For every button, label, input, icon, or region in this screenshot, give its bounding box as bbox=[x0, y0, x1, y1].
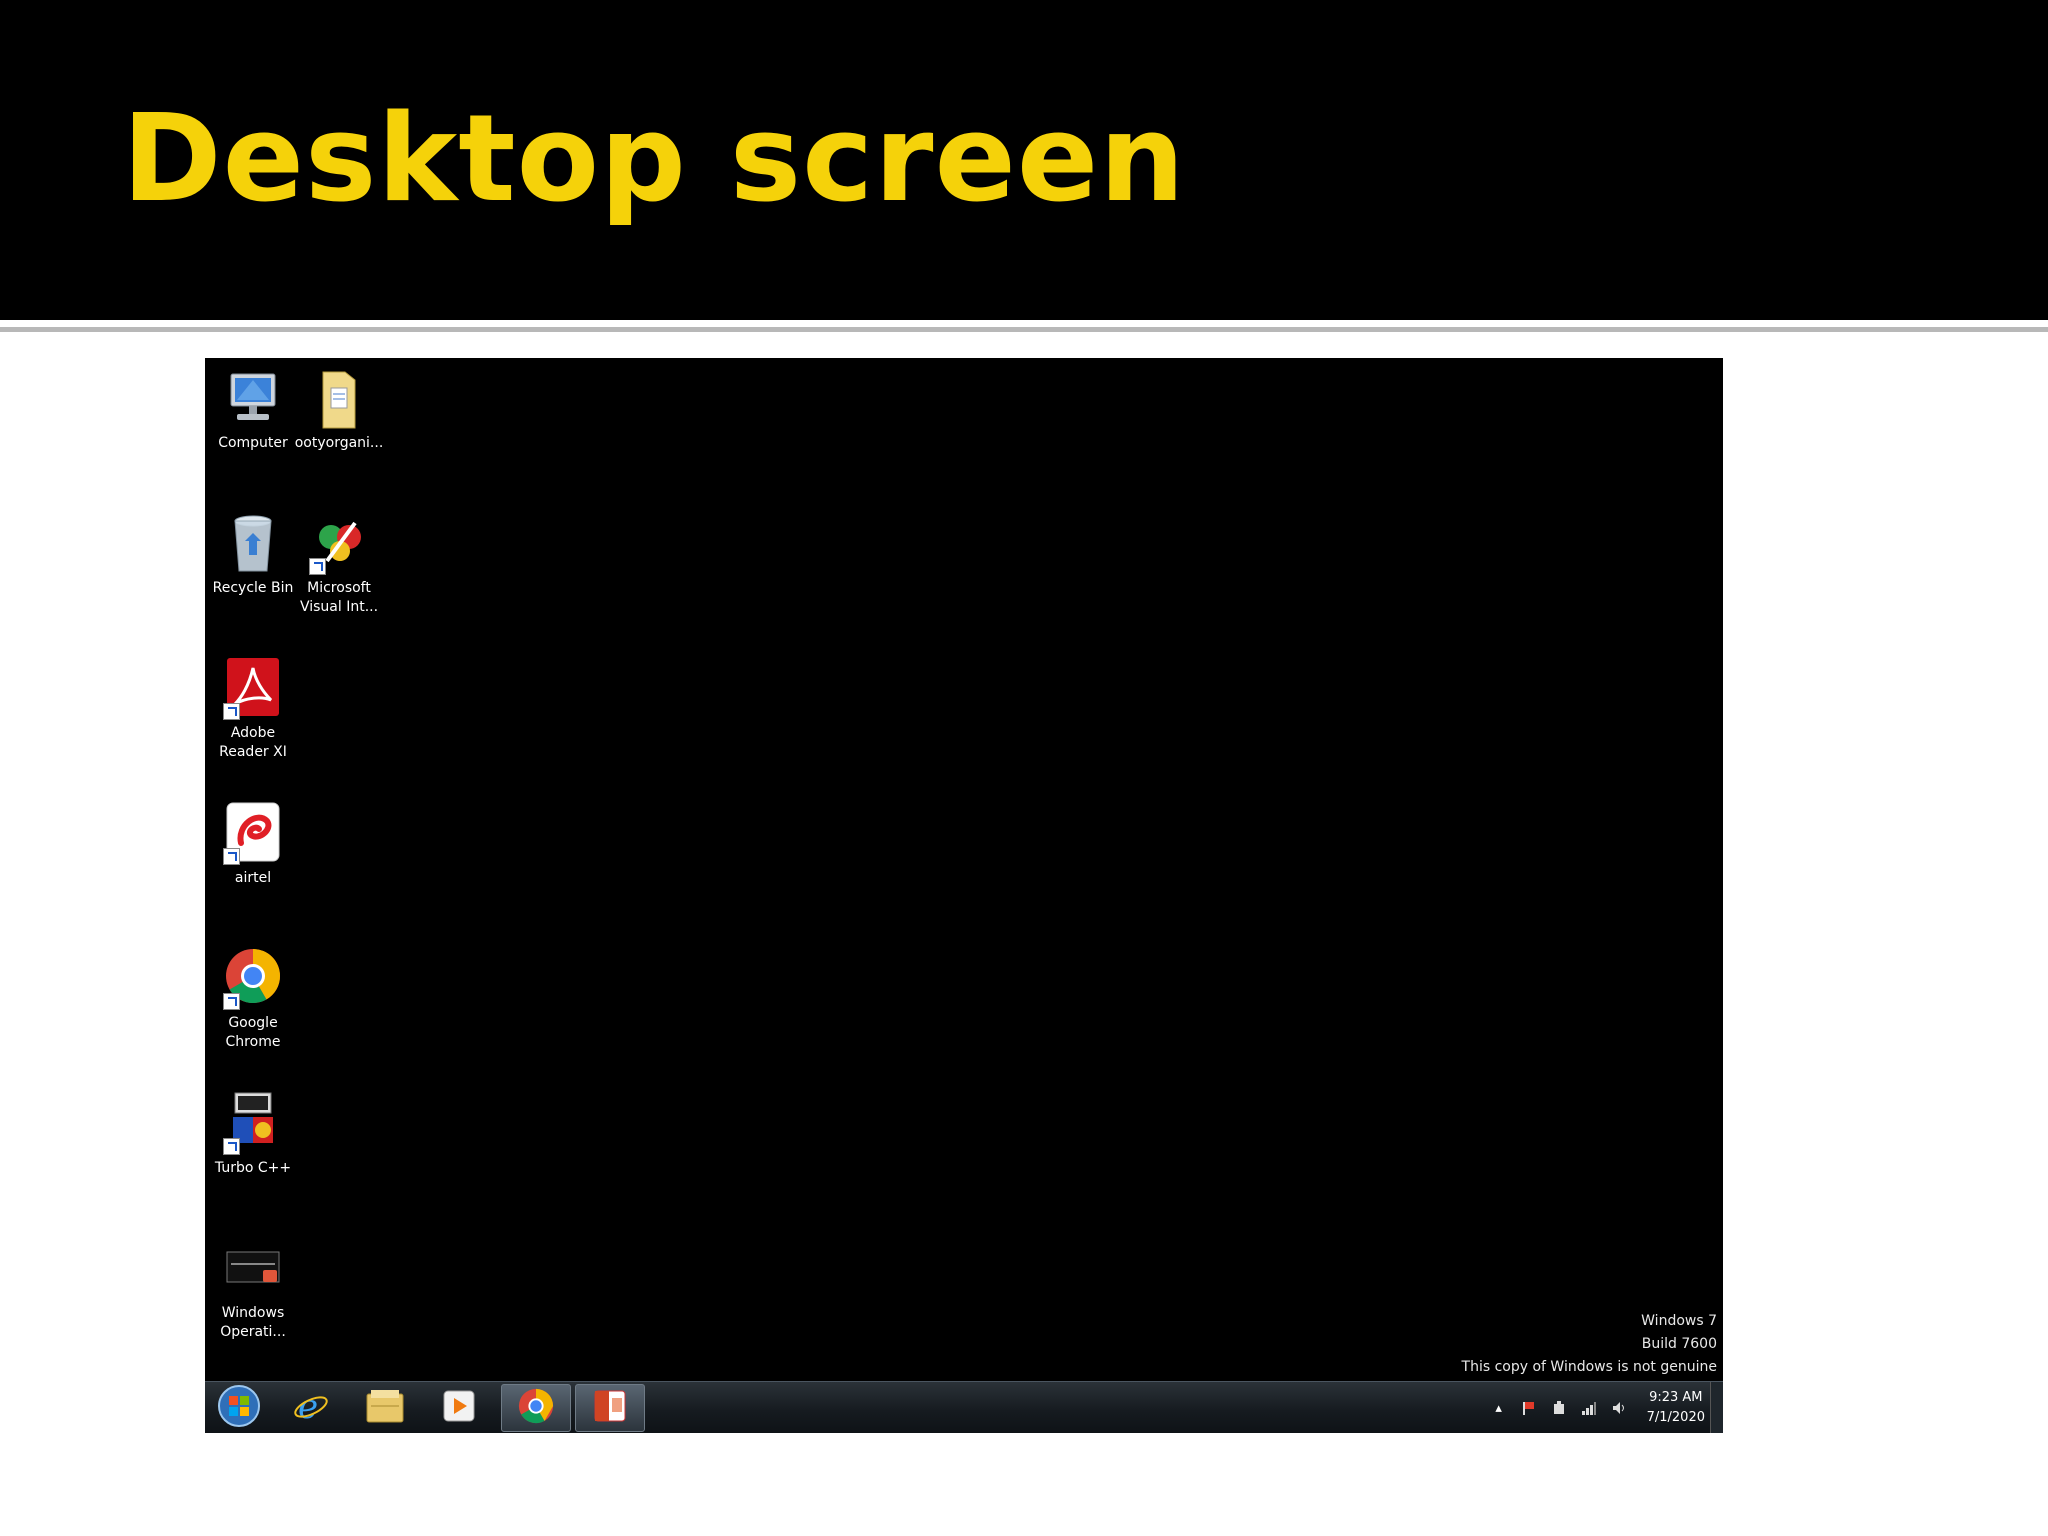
chrome-icon bbox=[223, 946, 283, 1010]
taskbar: e ▴ 9:23 AM 7/1/2020 bbox=[205, 1381, 1723, 1433]
shortcut-arrow-icon bbox=[223, 1138, 240, 1155]
microsoft-visual-intercept-icon bbox=[309, 511, 369, 575]
desktop-icon-adobe-reader[interactable]: Adobe Reader XI bbox=[205, 656, 301, 762]
desktop-icon-microsoft-visual-int[interactable]: Microsoft Visual Int... bbox=[291, 511, 387, 617]
network-signal-icon[interactable] bbox=[1579, 1398, 1599, 1418]
slide-title: Desktop screen bbox=[122, 90, 1186, 229]
recycle-bin-icon bbox=[223, 511, 283, 575]
desktop-icon-recycle-bin[interactable]: Recycle Bin bbox=[205, 511, 301, 598]
desktop-screenshot: Computer ootyorgani... Recycle Bin Micro… bbox=[205, 358, 1723, 1433]
desktop-icon-label: ootyorgani... bbox=[294, 435, 384, 451]
slide-header: Desktop screen bbox=[0, 0, 2048, 320]
windows-not-genuine-watermark: Windows 7 Build 7600 This copy of Window… bbox=[1462, 1310, 1717, 1379]
system-tray: ▴ 9:23 AM 7/1/2020 bbox=[1479, 1382, 1705, 1433]
desktop-icon-label: Windows Operati... bbox=[220, 1305, 286, 1340]
taskbar-powerpoint[interactable] bbox=[575, 1384, 645, 1432]
volume-icon[interactable] bbox=[1609, 1398, 1629, 1418]
desktop-icon-label: Microsoft Visual Int... bbox=[299, 580, 379, 615]
computer-icon bbox=[223, 366, 283, 430]
watermark-genuine-notice: This copy of Windows is not genuine bbox=[1461, 1359, 1717, 1375]
slide-divider-shadow bbox=[0, 327, 2048, 332]
media-player-icon bbox=[441, 1388, 477, 1428]
adobe-reader-icon bbox=[223, 656, 283, 720]
powerpoint-icon bbox=[592, 1388, 628, 1428]
windows-operati-icon bbox=[223, 1236, 283, 1300]
airtel-icon bbox=[223, 801, 283, 865]
desktop-icon-airtel[interactable]: airtel bbox=[205, 801, 301, 888]
taskbar-media-player[interactable] bbox=[427, 1384, 491, 1432]
desktop-icon-turbo-cpp[interactable]: Turbo C++ bbox=[205, 1091, 301, 1178]
windows-start-orb-icon bbox=[217, 1384, 261, 1432]
taskbar-internet-explorer[interactable]: e bbox=[279, 1384, 343, 1432]
chrome-icon bbox=[517, 1387, 555, 1429]
action-center-flag-icon[interactable] bbox=[1519, 1398, 1539, 1418]
clock-date: 7/1/2020 bbox=[1646, 1410, 1705, 1425]
watermark-build: Build 7600 bbox=[1641, 1336, 1717, 1352]
taskbar-chrome[interactable] bbox=[501, 1384, 571, 1432]
turbo-cpp-icon bbox=[223, 1091, 283, 1155]
desktop-icon-label: Adobe Reader XI bbox=[219, 725, 287, 760]
shortcut-arrow-icon bbox=[223, 703, 240, 720]
desktop-icon-label: airtel bbox=[234, 870, 272, 886]
clock-time: 9:23 AM bbox=[1649, 1390, 1703, 1405]
desktop-icon-label: Recycle Bin bbox=[212, 580, 294, 596]
desktop-icon-label: Google Chrome bbox=[225, 1015, 281, 1050]
shortcut-arrow-icon bbox=[223, 848, 240, 865]
desktop-icon-label: Computer bbox=[218, 435, 288, 451]
desktop-icon-folder[interactable]: ootyorgani... bbox=[291, 366, 387, 453]
watermark-os-name: Windows 7 bbox=[1641, 1313, 1717, 1329]
folder-icon bbox=[309, 366, 369, 430]
start-button[interactable] bbox=[209, 1384, 269, 1432]
shortcut-arrow-icon bbox=[309, 558, 326, 575]
shortcut-arrow-icon bbox=[223, 993, 240, 1010]
desktop-icon-computer[interactable]: Computer bbox=[205, 366, 301, 453]
taskbar-windows-explorer[interactable] bbox=[353, 1384, 417, 1432]
taskbar-clock[interactable]: 9:23 AM 7/1/2020 bbox=[1647, 1388, 1705, 1428]
slide-divider bbox=[0, 320, 2048, 327]
desktop-icon-windows-operati[interactable]: Windows Operati... bbox=[205, 1236, 301, 1342]
show-hidden-icons-icon[interactable]: ▴ bbox=[1489, 1398, 1509, 1418]
desktop-icon-google-chrome[interactable]: Google Chrome bbox=[205, 946, 301, 1052]
show-desktop-button[interactable] bbox=[1710, 1382, 1723, 1433]
folder-libraries-icon bbox=[365, 1388, 405, 1428]
power-icon[interactable] bbox=[1549, 1398, 1569, 1418]
desktop-icon-label: Turbo C++ bbox=[214, 1160, 292, 1176]
internet-explorer-icon: e bbox=[292, 1387, 330, 1429]
